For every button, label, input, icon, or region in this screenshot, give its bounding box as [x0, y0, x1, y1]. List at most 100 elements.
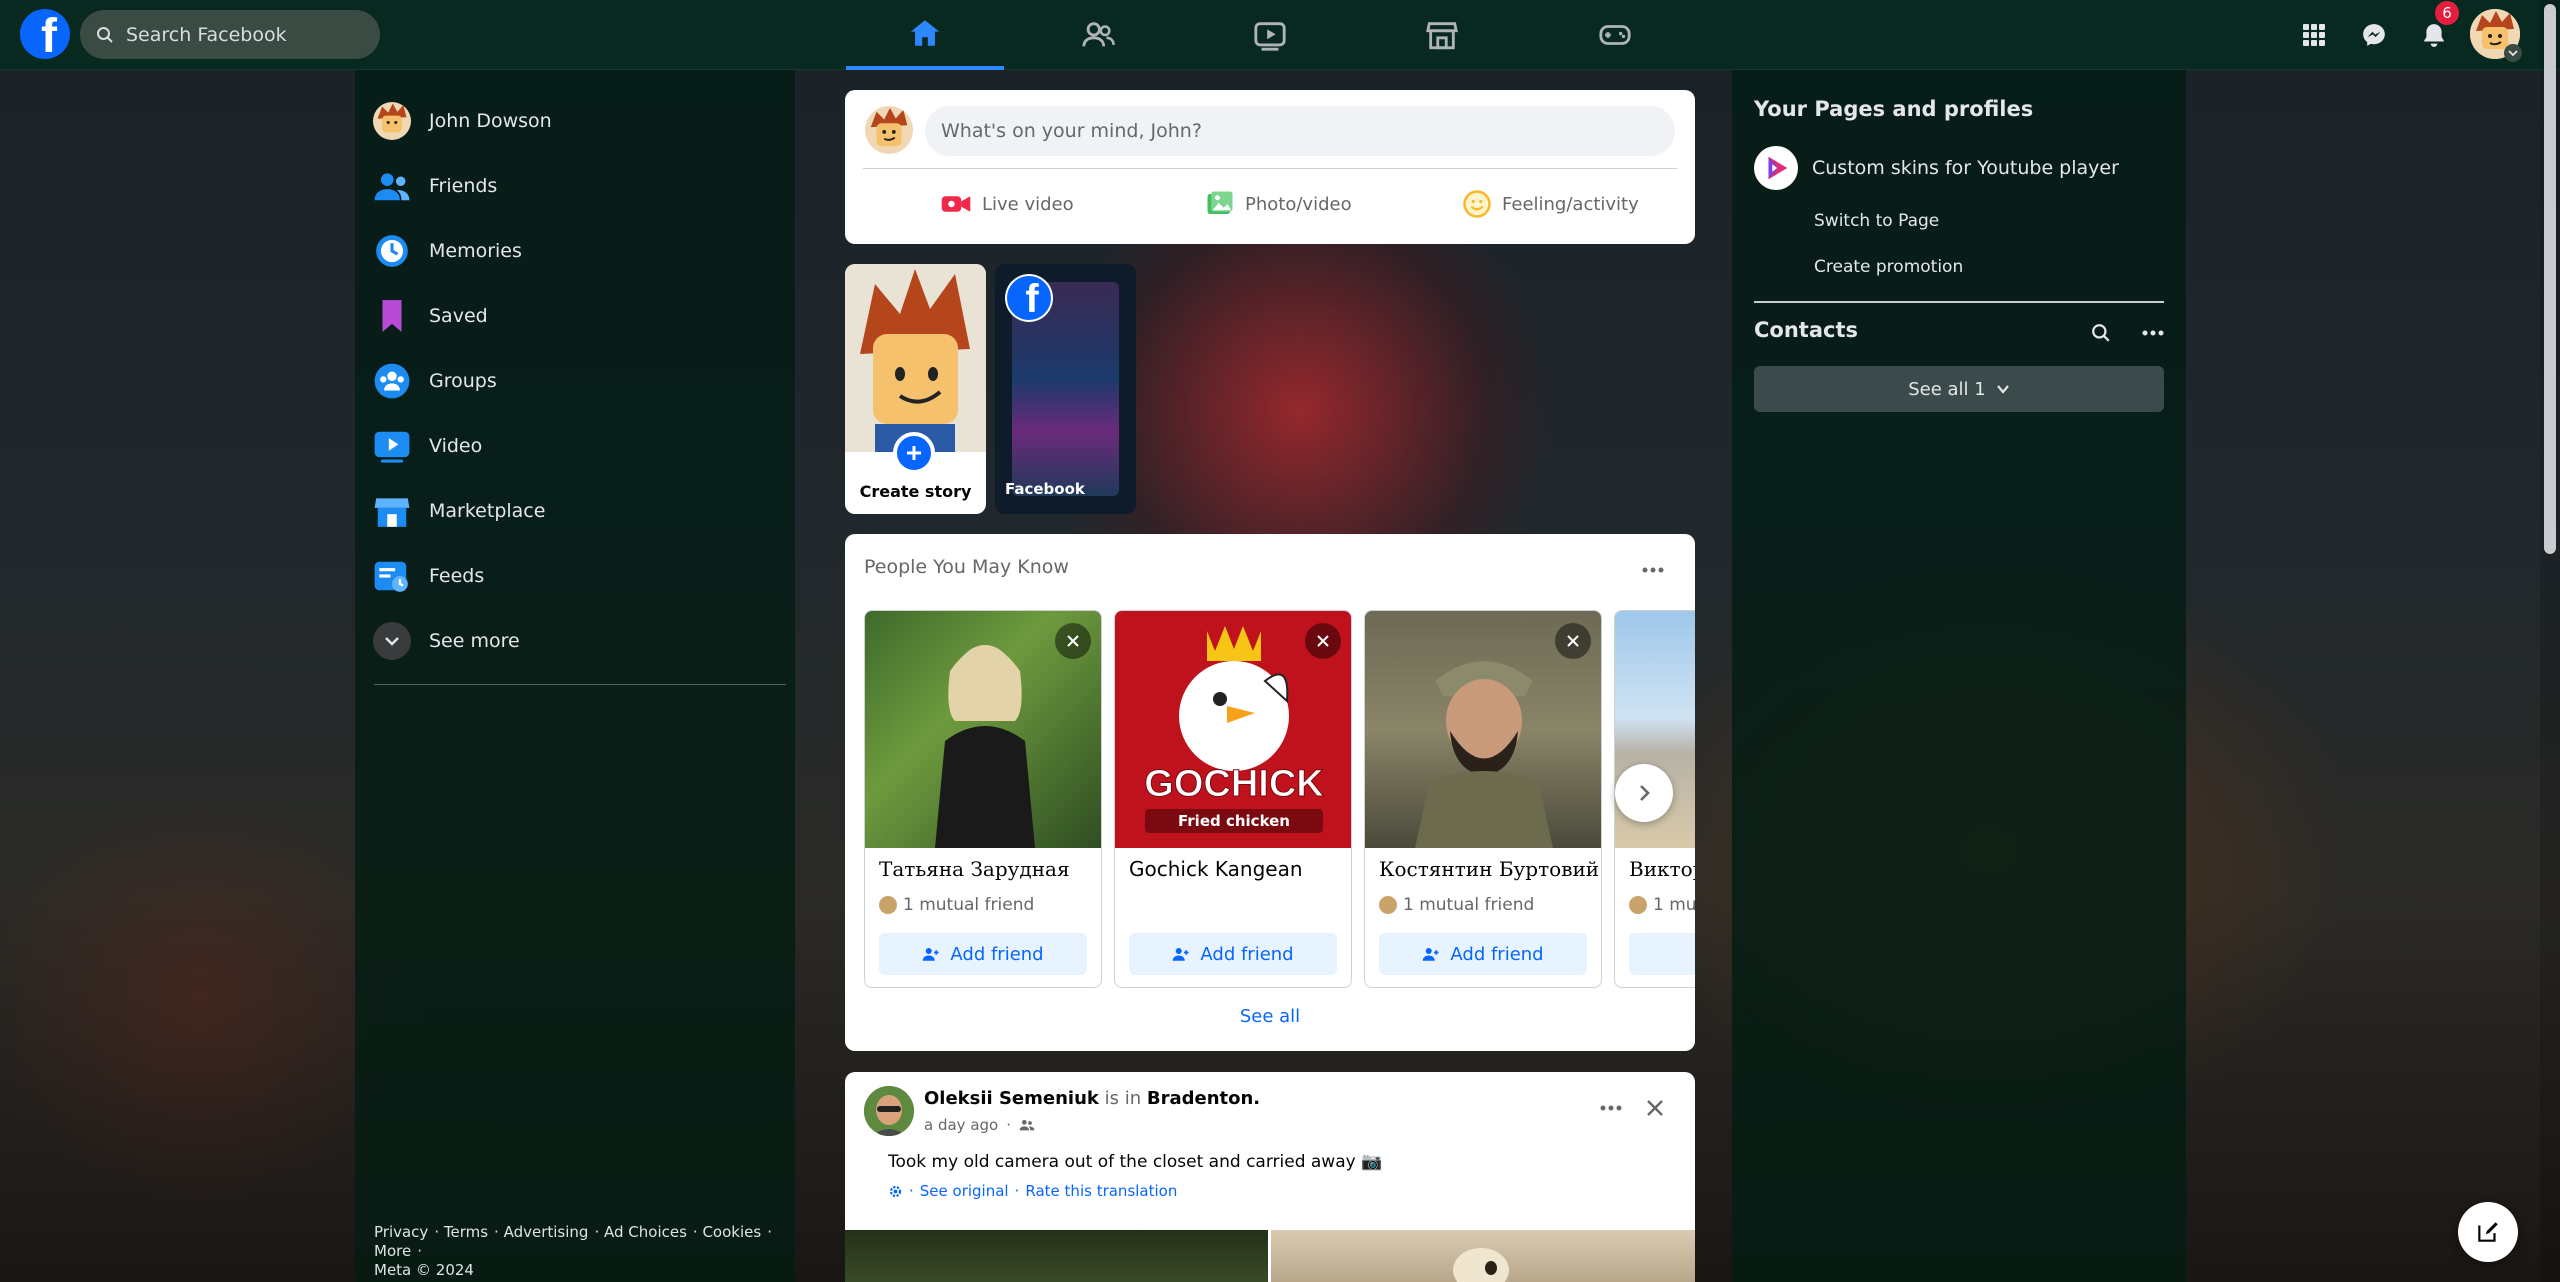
add-friend-icon — [923, 948, 939, 961]
story-card-facebook[interactable]: f Facebook — [995, 264, 1136, 514]
page-item[interactable]: Custom skins for Youtube player — [1754, 145, 2174, 191]
add-friend-button[interactable]: Add friend — [1129, 933, 1337, 975]
dismiss-suggestion-button[interactable] — [1305, 623, 1341, 659]
footer-link-advertising[interactable]: Advertising — [504, 1223, 589, 1241]
carousel-next-button[interactable] — [1615, 764, 1673, 822]
sidebar-item-friends[interactable]: Friends — [373, 157, 793, 215]
post-composer: What's on your mind, John? Live video Ph… — [845, 90, 1695, 244]
contacts-see-all-button[interactable]: See all 1 — [1754, 366, 2164, 412]
switch-to-page-link[interactable]: Switch to Page — [1814, 211, 1939, 231]
sidebar-item-label: Video — [429, 435, 483, 457]
post-photo-left[interactable] — [845, 1230, 1268, 1282]
scrollbar-thumb[interactable] — [2544, 4, 2556, 554]
video-icon — [373, 427, 411, 465]
page-name: Custom skins for Youtube player — [1812, 157, 2119, 179]
create-story-card[interactable]: Create story — [845, 264, 986, 514]
rate-translation-link[interactable]: Rate this translation — [1025, 1182, 1177, 1200]
post-location[interactable]: Bradenton. — [1147, 1088, 1260, 1109]
post-verb: is in — [1104, 1088, 1142, 1109]
sidebar-item-groups[interactable]: Groups — [373, 352, 793, 410]
photo-icon — [1207, 191, 1233, 214]
dismiss-suggestion-button[interactable] — [1555, 623, 1591, 659]
sidebar-item-memories[interactable]: Memories — [373, 222, 793, 280]
chevron-right-icon — [1640, 785, 1650, 801]
groups-icon — [373, 362, 411, 400]
add-friend-button[interactable]: Add friend — [879, 933, 1087, 975]
add-friend-icon — [1423, 948, 1439, 961]
add-friend-button[interactable]: Add friend — [1379, 933, 1587, 975]
footer-link-privacy[interactable]: Privacy — [374, 1223, 428, 1241]
more-icon — [1600, 1105, 1622, 1111]
person-name[interactable]: Костянтин Буртовий — [1379, 857, 1599, 881]
dismiss-suggestion-button[interactable] — [1055, 623, 1091, 659]
post-timestamp[interactable]: a day ago — [924, 1116, 998, 1134]
footer-link-cookies[interactable]: Cookies — [702, 1223, 761, 1241]
add-story-plus-icon[interactable] — [893, 432, 935, 474]
contacts-search-button[interactable] — [2086, 318, 2116, 348]
tab-marketplace[interactable] — [1363, 0, 1521, 70]
post-options-button[interactable] — [1593, 1090, 1629, 1126]
search-bar[interactable] — [80, 10, 380, 59]
create-story-label: Create story — [859, 482, 972, 501]
watch-icon — [1254, 22, 1286, 51]
sidebar-item-saved[interactable]: Saved — [373, 287, 793, 345]
right-divider — [1754, 301, 2164, 303]
gear-icon — [889, 1185, 902, 1197]
facebook-logo[interactable]: f — [20, 9, 70, 59]
sidebar-item-label: John Dowson — [429, 110, 552, 132]
gochick-tagline: Fried chicken — [1145, 809, 1323, 833]
sidebar-item-feeds[interactable]: Feeds — [373, 547, 793, 605]
footer-link-ad-choices[interactable]: Ad Choices — [604, 1223, 687, 1241]
menu-button[interactable] — [2292, 13, 2336, 57]
feeling-activity-button[interactable]: Feeling/activity — [1462, 182, 1639, 226]
account-menu-chevron-icon[interactable] — [2504, 44, 2522, 62]
composer-input[interactable]: What's on your mind, John? — [925, 106, 1675, 156]
sidebar-item-label: Feeds — [429, 565, 485, 587]
grid-menu-icon — [2303, 24, 2325, 46]
post-author-name[interactable]: Oleksii Semeniuk — [924, 1088, 1099, 1109]
messenger-button[interactable] — [2352, 13, 2396, 57]
new-message-button[interactable] — [2458, 1202, 2518, 1262]
story-owner-label: Facebook — [1005, 480, 1085, 498]
live-video-button[interactable]: Live video — [940, 182, 1074, 226]
pymk-see-all-link[interactable]: See all — [845, 1006, 1695, 1027]
sidebar-item-marketplace[interactable]: Marketplace — [373, 482, 793, 540]
post-photo-right[interactable] — [1271, 1230, 1695, 1282]
post-author-avatar[interactable] — [864, 1086, 914, 1136]
photo-video-button[interactable]: Photo/video — [1205, 182, 1352, 226]
post-header-line: Oleksii Semeniuk is in Bradenton. — [924, 1088, 1260, 1109]
tab-gaming[interactable] — [1536, 0, 1694, 70]
friends-audience-icon — [1019, 1120, 1035, 1131]
post-hide-button[interactable] — [1637, 1090, 1673, 1126]
footer-link-terms[interactable]: Terms — [444, 1223, 488, 1241]
search-input[interactable] — [126, 23, 346, 46]
footer-link-more[interactable]: More — [374, 1242, 411, 1260]
gochick-logo: GOCHICK — [1144, 763, 1324, 806]
close-icon — [1067, 635, 1079, 647]
person-name[interactable]: Татьяна Зарудная — [879, 857, 1070, 881]
post-translation-bar: · See original · Rate this translation — [888, 1182, 1177, 1200]
sidebar-item-label: Saved — [429, 305, 488, 327]
people-you-may-know: People You May Know Татьяна Зарудная 1 m… — [845, 534, 1695, 1051]
tab-friends[interactable] — [1019, 0, 1177, 70]
add-friend-button[interactable] — [1629, 933, 1695, 975]
footer-links: Privacy · Terms · Advertising · Ad Choices ·… — [374, 1223, 772, 1279]
create-promotion-link[interactable]: Create promotion — [1814, 257, 1963, 277]
search-icon — [2092, 324, 2110, 342]
mutual-friends: 1 mutual friend — [1379, 895, 1534, 915]
person-name[interactable]: Gochick Kangean — [1129, 857, 1303, 881]
contacts-options-button[interactable] — [2138, 318, 2168, 348]
sidebar-item-video[interactable]: Video — [373, 417, 793, 475]
gaming-icon — [1599, 25, 1631, 45]
page-scrollbar[interactable] — [2540, 0, 2560, 1282]
sidebar-item-profile[interactable]: John Dowson — [373, 92, 793, 150]
see-original-link[interactable]: See original — [920, 1182, 1009, 1200]
person-name[interactable]: Виктор — [1629, 857, 1695, 881]
feed-post: Oleksii Semeniuk is in Bradenton. a day … — [845, 1072, 1695, 1282]
pymk-carousel: Татьяна Зарудная 1 mutual friend Add fri… — [845, 534, 1695, 1004]
close-icon — [1317, 635, 1329, 647]
sidebar-see-more[interactable]: See more — [373, 612, 793, 670]
search-icon — [96, 26, 114, 44]
tab-home[interactable] — [846, 0, 1004, 70]
tab-watch[interactable] — [1191, 0, 1349, 70]
